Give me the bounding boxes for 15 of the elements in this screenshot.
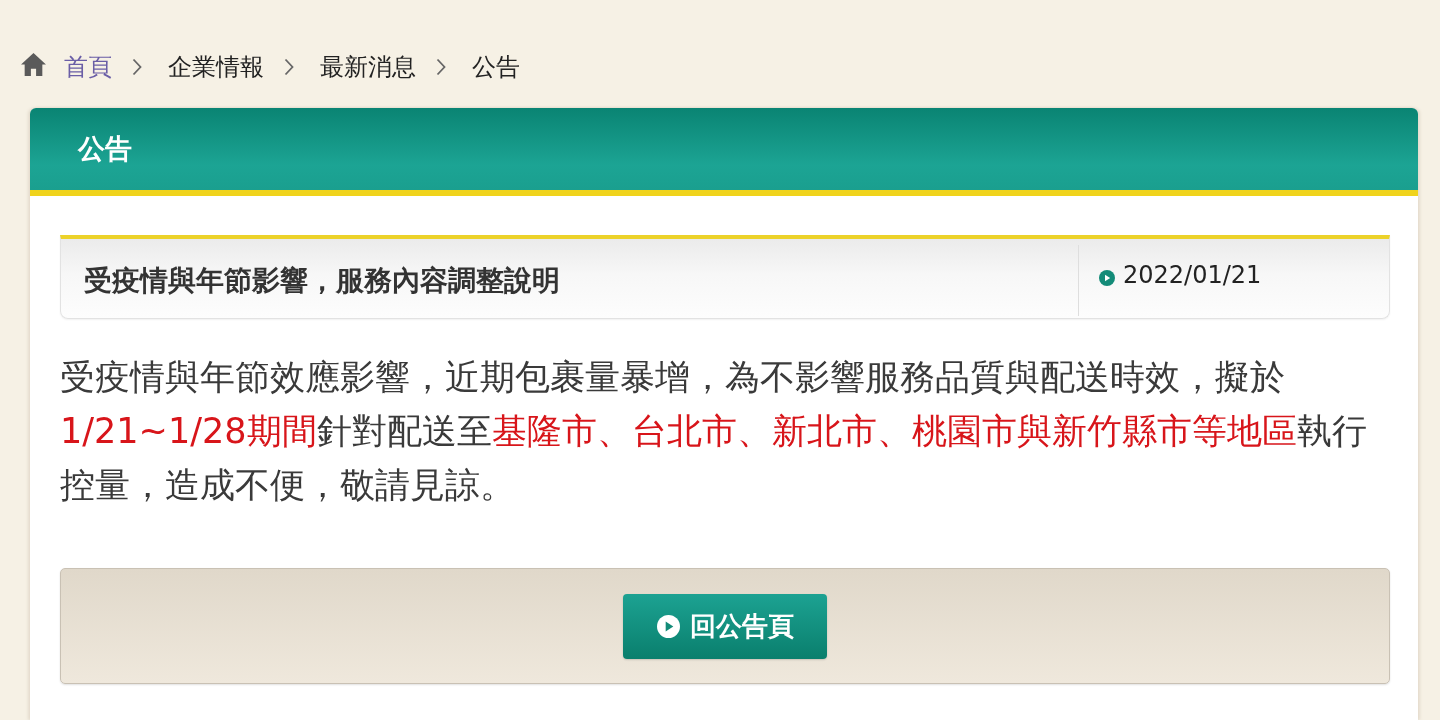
notice-date: 2022/01/21 xyxy=(1123,260,1262,289)
chevron-icon xyxy=(284,58,294,76)
back-button[interactable]: 回公告頁 xyxy=(623,593,827,659)
chevron-icon xyxy=(132,58,142,76)
notice-title: 受疫情與年節影響，服務內容調整說明 xyxy=(83,263,561,299)
play-icon xyxy=(656,614,680,638)
notice-paragraph: 受疫情與年節效應影響，近期包裹量暴增，為不影響服務品質與配送時效，擬於 1/21~1/28期間針對配送至基隆市、台北市、新北市、桃園市與新竹縣市等地區執行控量，造成不便，敬請見諒。 xyxy=(60,356,1368,507)
home-icon[interactable] xyxy=(20,51,47,77)
play-bullet-icon xyxy=(1099,269,1115,286)
breadcrumb-item: 公告 xyxy=(472,52,520,83)
breadcrumb-link[interactable]: 首頁 xyxy=(64,47,112,87)
chevron-icon xyxy=(436,58,446,76)
breadcrumb-item: 最新消息 xyxy=(320,52,416,83)
breadcrumb-item: 企業情報 xyxy=(168,52,264,83)
panel-title: 公告 xyxy=(78,132,132,166)
